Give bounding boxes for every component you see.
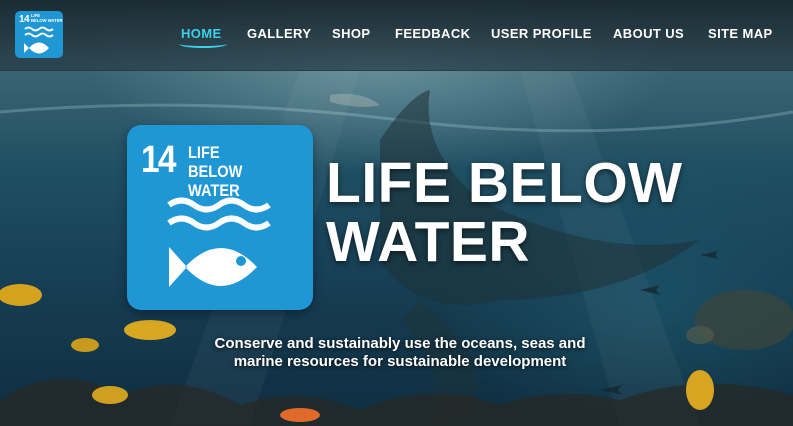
hero-title: LIFE BELOW WATER bbox=[326, 151, 683, 274]
waves-fish-icon bbox=[24, 26, 54, 54]
logo-text: LIFE BELOW WATER bbox=[31, 13, 63, 23]
site-header: 14 LIFE BELOW WATER HOME GALLERY SHOP FE… bbox=[0, 0, 793, 71]
nav-site-map[interactable]: SITE MAP bbox=[708, 26, 773, 41]
nav-gallery[interactable]: GALLERY bbox=[247, 26, 311, 41]
nav-shop[interactable]: SHOP bbox=[332, 26, 370, 41]
nav-feedback[interactable]: FEEDBACK bbox=[395, 26, 470, 41]
sdg-label: LIFE BELOW WATER bbox=[188, 143, 243, 200]
site-logo[interactable]: 14 LIFE BELOW WATER bbox=[15, 11, 63, 58]
sdg-number: 14 bbox=[141, 139, 176, 181]
sdg14-logo: 14 LIFE BELOW WATER bbox=[127, 125, 313, 310]
nav-about-us[interactable]: ABOUT US bbox=[613, 26, 684, 41]
hero-subtitle: Conserve and sustainably use the oceans,… bbox=[214, 335, 586, 370]
fish-icon bbox=[169, 247, 257, 287]
waves-icon bbox=[167, 197, 271, 287]
nav-user-profile[interactable]: USER PROFILE bbox=[491, 26, 592, 41]
nav-home[interactable]: HOME bbox=[181, 26, 222, 41]
logo-number: 14 bbox=[19, 14, 30, 25]
active-nav-indicator bbox=[179, 40, 227, 48]
